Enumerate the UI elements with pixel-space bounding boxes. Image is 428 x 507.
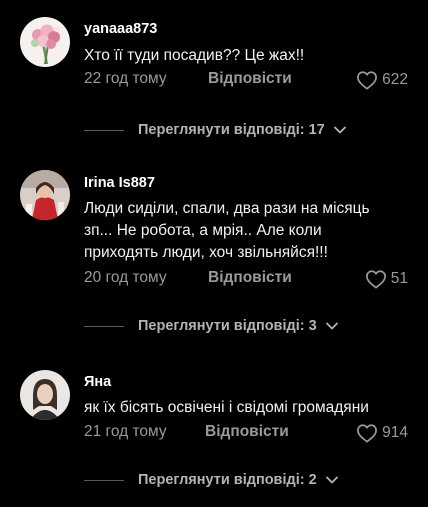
- avatar[interactable]: [20, 370, 70, 420]
- like-button[interactable]: 914: [356, 423, 408, 443]
- like-count: 51: [390, 270, 408, 287]
- avatar[interactable]: [20, 170, 70, 220]
- replies-divider: [84, 129, 124, 131]
- reply-button[interactable]: Відповісти: [208, 269, 292, 287]
- comment-meta: 22 год тому Відповісти 622: [84, 70, 408, 92]
- like-count: 914: [382, 424, 408, 441]
- like-count: 622: [382, 71, 408, 88]
- flowers-avatar-image: [20, 17, 70, 67]
- comment-text-line: зп... Не робота, а мрія.. Але коли: [84, 222, 322, 239]
- avatar[interactable]: [20, 17, 70, 67]
- heart-outline-icon: [365, 270, 386, 289]
- comment-meta: 20 год тому Відповісти 51: [84, 269, 408, 291]
- view-replies-button[interactable]: Переглянути відповіді: 17: [84, 119, 347, 141]
- comment-timestamp: 22 год тому: [84, 70, 167, 87]
- comment-text: Люди сиділи, спали, два рази на місяць з…: [84, 198, 414, 264]
- woman-red-outfit-avatar-image: [20, 170, 70, 220]
- view-replies-button[interactable]: Переглянути відповіді: 2: [84, 469, 339, 491]
- comment-text: Хто її туди посадив?? Це жах!!: [84, 47, 305, 64]
- comment-timestamp: 20 год тому: [84, 269, 167, 286]
- comment-timestamp: 21 год тому: [84, 423, 167, 440]
- view-replies-label: Переглянути відповіді: 2: [138, 472, 317, 488]
- comment-text-line: Люди сиділи, спали, два рази на місяць: [84, 200, 370, 217]
- replies-divider: [84, 325, 124, 327]
- comment-username[interactable]: Яна: [84, 374, 111, 390]
- like-button[interactable]: 51: [365, 269, 408, 289]
- view-replies-label: Переглянути відповіді: 3: [138, 318, 317, 334]
- view-replies-label: Переглянути відповіді: 17: [138, 122, 325, 138]
- comment-text: як їх бісять освічені і свідомі громадян…: [84, 399, 369, 416]
- chevron-down-icon: [333, 126, 346, 134]
- comment-text-line: приходять люди, хоч звільняйся!!!: [84, 244, 328, 261]
- replies-divider: [84, 479, 124, 481]
- chevron-down-icon: [325, 476, 338, 484]
- view-replies-button[interactable]: Переглянути відповіді: 3: [84, 315, 339, 337]
- heart-outline-icon: [357, 71, 378, 90]
- reply-button[interactable]: Відповісти: [205, 423, 289, 441]
- comment-username[interactable]: yanaaa873: [84, 21, 157, 37]
- woman-portrait-avatar-image: [20, 370, 70, 420]
- like-button[interactable]: 622: [356, 70, 408, 90]
- comment-meta: 21 год тому Відповісти 914: [84, 423, 408, 445]
- comment-username[interactable]: Irina Is887: [84, 175, 155, 191]
- chevron-down-icon: [325, 322, 338, 330]
- reply-button[interactable]: Відповісти: [208, 70, 292, 88]
- heart-outline-icon: [357, 424, 378, 443]
